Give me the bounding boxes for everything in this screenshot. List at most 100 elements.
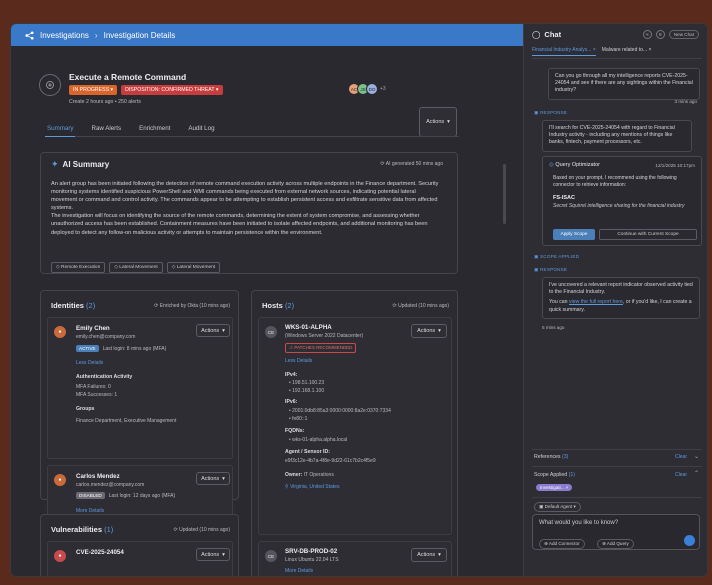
hosts-updated: ⟳ Updated (10 mins ago) (392, 303, 449, 309)
disposition-badge[interactable]: DISPOSITION: CONFIRMED THREAT ▾ (121, 85, 223, 95)
clear-references-button[interactable]: Clear (675, 454, 687, 460)
send-icon[interactable] (684, 535, 695, 546)
avatar: DO (366, 83, 378, 95)
tab-audit-log[interactable]: Audit Log (186, 125, 216, 137)
optimizer-date: 12/1/2025 10:17pm (655, 163, 695, 168)
owner-value: IT Operations (303, 472, 334, 478)
chat-panel: ◯ Chat « ≡ New Chat Financial Industry A… (523, 24, 707, 576)
tab-summary[interactable]: Summary (45, 125, 76, 137)
last-login: Last login: 8 mins ago (MFA) (102, 345, 167, 352)
identity-actions-button[interactable]: Actions ▾ (196, 472, 230, 485)
ai-summary-text: An alert group has been initiated follow… (51, 181, 439, 236)
bug-icon: ● (54, 550, 66, 562)
less-details-link[interactable]: Less Details (285, 358, 312, 364)
agent-selector[interactable]: ▣ Default Agent ▾ (534, 502, 581, 512)
tag-chip[interactable]: ◇ Lateral Movement (109, 262, 163, 273)
auth-activity-title: Authentication Activity (76, 374, 133, 380)
less-details-link[interactable]: Less Details (76, 360, 103, 366)
more-details-link[interactable]: More Details (285, 568, 313, 574)
chat-tab[interactable]: Malware related to... × (602, 47, 652, 56)
filter-icon[interactable]: ≡ (655, 30, 665, 39)
query-optimizer-card: ◎ Query Optimizator 12/1/2025 10:17pm Ba… (542, 156, 702, 246)
identity-name[interactable]: Carlos Mendez (76, 473, 120, 480)
add-connector-button[interactable]: ⊕ Add Connector (539, 539, 585, 549)
collapse-icon[interactable]: « (642, 30, 652, 39)
agent-id: e9f3c12e-4b7a-4f8e-9d22-61c7b2c4f5e9 (285, 458, 376, 464)
continue-scope-button[interactable]: Continue with Current Scope (599, 229, 697, 240)
main-content: Investigations › Investigation Details E… (11, 24, 523, 576)
host-name[interactable]: WKS-01-ALPHA (285, 324, 332, 331)
plus-icon: ⊕ (544, 541, 548, 546)
clear-scope-button[interactable]: Clear (675, 472, 687, 478)
optimizer-icon: ◎ (549, 162, 554, 168)
host-actions-button[interactable]: Actions ▾ (411, 548, 447, 562)
tag-chip[interactable]: ◇ Lateral Movement (166, 262, 221, 273)
ipv6-label: IPv6: (285, 399, 298, 405)
tag-icon: ◇ (56, 265, 60, 270)
chevron-up-icon[interactable]: ⌃ (694, 470, 699, 477)
new-chat-button[interactable]: New Chat (668, 30, 699, 39)
identity-actions-button[interactable]: Actions ▾ (196, 324, 230, 337)
incident-meta: Create 2 hours ago • 250 alerts (69, 99, 141, 105)
report-link[interactable]: view the full report here (569, 299, 623, 305)
vulnerabilities-title: Vulnerabilities (1) (51, 525, 114, 534)
scope-applied-heading[interactable]: Scope Applied (1) (534, 472, 575, 478)
tab-enrichment[interactable]: Enrichment (137, 125, 172, 137)
refresh-icon: ⟳ (392, 303, 397, 309)
host-name[interactable]: SRV-DB-PROD-02 (285, 548, 337, 555)
robot-icon: ▣ (539, 504, 544, 509)
status-badge: DISABLED (76, 492, 105, 499)
add-query-button[interactable]: ⊕ Add Query (597, 539, 634, 549)
breadcrumb-root[interactable]: Investigations (40, 31, 89, 40)
message-time: 3 mins ago (674, 99, 697, 104)
warning-icon: ⚠ (289, 345, 294, 350)
incident-icon (39, 74, 61, 96)
investigations-icon (25, 30, 34, 40)
close-icon: × (592, 47, 596, 53)
vulnerabilities-panel: Vulnerabilities (1) ⟳ Updated (10 mins a… (40, 514, 239, 576)
server-icon: CE (265, 550, 277, 562)
close-icon: × (648, 47, 652, 53)
fqdn-label: FQDNs: (285, 428, 305, 434)
main-scrollbar[interactable] (503, 164, 506, 224)
avatar-more-count: +3 (380, 86, 386, 92)
ai-generated-time: ⟳ AI generated 50 mins ago (380, 161, 443, 167)
refresh-icon: ⟳ (173, 527, 178, 533)
host-card: CE WKS-01-ALPHA (Windows Server 2022 Dat… (258, 317, 452, 535)
breadcrumb-current: Investigation Details (103, 30, 176, 40)
ipv4-label: IPv4: (285, 372, 298, 378)
vulns-updated: ⟳ Updated (10 mins ago) (173, 527, 230, 533)
plus-icon: ⊕ (602, 541, 606, 546)
vuln-actions-button[interactable]: Actions ▾ (196, 548, 230, 561)
tag-chip[interactable]: ◇ Remote Execution (51, 262, 106, 273)
tab-raw-alerts[interactable]: Raw Alerts (89, 125, 123, 137)
top-bar: Investigations › Investigation Details (11, 24, 523, 46)
server-icon: CE (265, 326, 277, 338)
scope-chip[interactable]: Investigati... × (536, 484, 573, 491)
status-badge[interactable]: IN PROGRESS ▾ (69, 85, 118, 95)
groups-value: Finance Department, Executive Management (76, 418, 177, 424)
references-label[interactable]: References (3) (534, 454, 568, 460)
assistant-message: I've uncovered a relevant report indicat… (542, 277, 700, 319)
person-icon: ● (54, 474, 66, 486)
robot-icon: ▣ (534, 267, 539, 272)
location-link[interactable]: ⚲ Virginia, United States (285, 484, 339, 490)
vuln-name[interactable]: CVE-2025-24054 (76, 549, 124, 556)
hosts-title: Hosts (2) (262, 301, 295, 310)
chat-input[interactable]: What would you like to know? (539, 520, 618, 526)
chat-tab[interactable]: Financial Industry Analys... × (532, 47, 596, 56)
identity-card: ● Carlos Mendez carlos.mendez@company.co… (47, 465, 233, 517)
ai-summary-title: ✦ AI Summary (51, 159, 110, 169)
assignee-avatars[interactable]: AC JS DO +3 (348, 83, 386, 95)
last-login: Last login: 12 days ago (MFA) (108, 492, 176, 499)
chevron-down-icon[interactable]: ⌄ (694, 453, 699, 460)
scope-applied-label: ▣ SCOPE APPLIED (534, 254, 580, 259)
host-actions-button[interactable]: Actions ▾ (411, 324, 447, 338)
apply-scope-button[interactable]: Apply Scope (553, 229, 595, 240)
identity-name[interactable]: Emily Chen (76, 325, 110, 332)
chat-input-box[interactable]: What would you like to know? ⊕ Add Conne… (532, 514, 700, 550)
chat-title: ◯ Chat (532, 30, 562, 39)
chevron-right-icon: › (94, 30, 98, 40)
optimizer-text: Based on your prompt, I recommend using … (553, 175, 677, 188)
owner-label: Owner: (285, 472, 303, 478)
